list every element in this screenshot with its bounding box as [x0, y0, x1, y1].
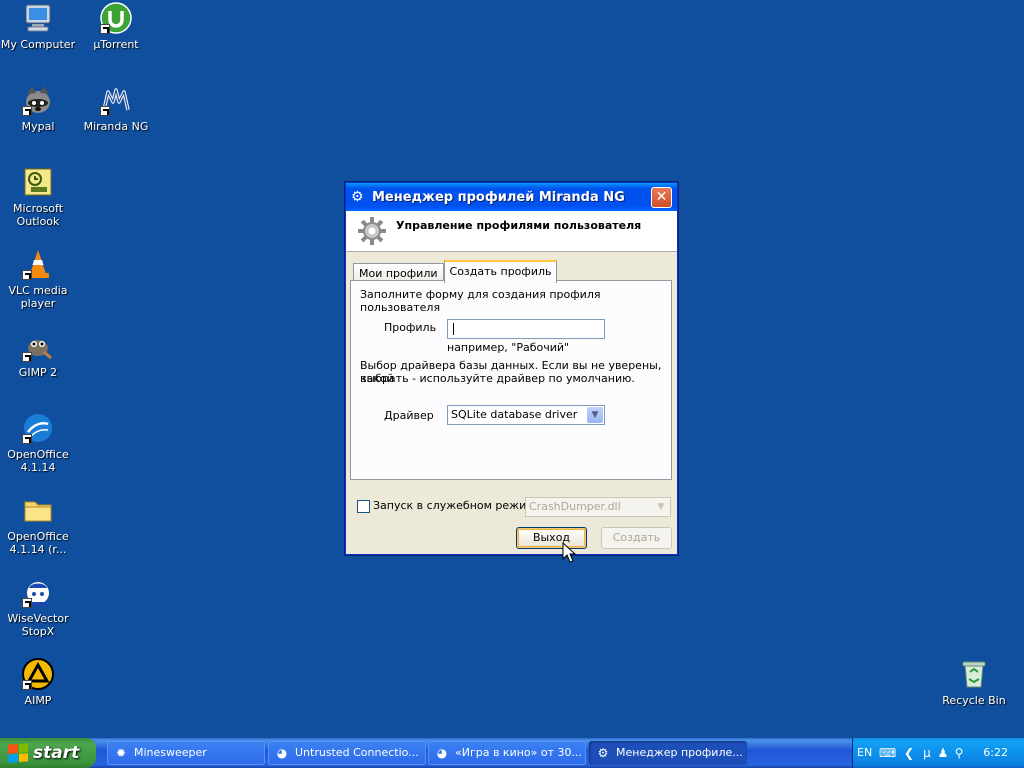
dialog-header-title: Управление профилями пользователя	[396, 218, 642, 232]
service-mode-label: Запуск в служебном режиме	[373, 499, 542, 512]
chevron-down-icon: ▼	[657, 502, 665, 512]
desktop-icon-label: Miranda NG	[83, 120, 149, 133]
desktop-icon-my-computer[interactable]: My Computer	[0, 2, 76, 51]
desktop-icon-label: GIMP 2	[18, 366, 58, 379]
desktop-icon-label: Microsoft Outlook	[12, 202, 64, 228]
shortcut-arrow-icon	[22, 106, 32, 116]
mypal-icon: ◕	[436, 746, 448, 760]
shortcut-arrow-icon	[100, 24, 110, 34]
desktop-icon-openoffice[interactable]: OpenOffice 4.1.14	[0, 412, 76, 474]
shortcut-arrow-icon	[100, 106, 110, 116]
search-icon[interactable]: ⚲	[951, 745, 967, 761]
taskbar-button-igra-v-kino[interactable]: ◕ «Игра в кино» от 30...	[428, 741, 586, 765]
windows-logo-icon	[8, 743, 28, 763]
desktop-icon-vlc[interactable]: VLC media player	[0, 248, 76, 310]
start-button[interactable]: start	[0, 738, 96, 768]
tab-create-profile[interactable]: Создать профиль	[443, 260, 558, 283]
miranda-icon	[100, 84, 132, 116]
wisevector-icon	[22, 576, 54, 608]
utorrent-icon	[100, 2, 132, 34]
exit-button[interactable]: Выход	[516, 527, 587, 549]
profile-label: Профиль	[384, 321, 437, 334]
gear-icon: ⚙	[597, 746, 609, 760]
mypal-icon: ◕	[276, 746, 288, 760]
gimp-icon	[22, 330, 54, 362]
service-dll-select: CrashDumper.dll ▼	[525, 497, 671, 517]
form-intro: Заполните форму для создания профиля пол…	[360, 288, 601, 314]
start-label: start	[33, 743, 80, 763]
desktop-icon-label: AIMP	[24, 694, 52, 707]
desktop-icon-mypal[interactable]: Mypal	[0, 84, 76, 133]
outlook-icon	[22, 166, 54, 198]
driver-label: Драйвер	[384, 409, 434, 422]
taskbar-button-minesweeper[interactable]: ✹ Minesweeper	[107, 741, 265, 765]
keyboard-icon[interactable]: ⌨	[879, 745, 896, 761]
vlc-cone-icon	[22, 248, 54, 280]
create-profile-panel: Заполните форму для создания профиля пол…	[350, 280, 672, 480]
desktop-icon-label: µTorrent	[93, 38, 139, 51]
profile-hint: например, "Рабочий"	[447, 341, 570, 354]
user-icon[interactable]: ♟	[935, 745, 951, 761]
minesweeper-icon: ✹	[115, 746, 127, 760]
shortcut-arrow-icon	[22, 352, 32, 362]
create-button: Создать	[601, 527, 672, 549]
clock[interactable]: 6:22	[983, 746, 1008, 759]
driver-select[interactable]: SQLite database driver ▼	[447, 405, 605, 425]
taskbar-button-label: Untrusted Connectio...	[295, 746, 419, 759]
my-computer-icon	[22, 2, 54, 34]
desktop-icon-label: WiseVector StopX	[7, 612, 69, 638]
taskbar-button-label: «Игра в кино» от 30...	[455, 746, 582, 759]
desktop-icon-label: Mypal	[21, 120, 55, 133]
gear-icon: ⚙	[351, 189, 364, 205]
close-button[interactable]: ✕	[651, 186, 672, 208]
desktop-icon-miranda[interactable]: Miranda NG	[78, 84, 154, 133]
shortcut-arrow-icon	[22, 598, 32, 608]
desktop-icon-gimp[interactable]: GIMP 2	[0, 330, 76, 379]
service-mode-checkbox[interactable]	[357, 500, 370, 513]
desktop-icon-wisevector[interactable]: WiseVector StopX	[0, 576, 76, 638]
profile-name-input[interactable]	[447, 319, 605, 339]
dialog-header: Управление профилями пользователя	[346, 211, 677, 252]
taskbar-button-label: Менеджер профиле...	[616, 746, 743, 759]
desktop-icon-label: OpenOffice 4.1.14	[7, 448, 69, 474]
desktop-icon-aimp[interactable]: AIMP	[0, 658, 76, 707]
system-tray: EN ⌨ ❮ µ ♟ ⚲ 6:22	[852, 738, 1024, 768]
dialog-title: Менеджер профилей Miranda NG	[372, 189, 625, 205]
taskbar-button-profile-manager[interactable]: ⚙ Менеджер профиле...	[589, 741, 747, 765]
desktop-icon-recycle-bin[interactable]: Recycle Bin	[936, 658, 1012, 707]
mypal-icon	[22, 84, 54, 116]
shortcut-arrow-icon	[22, 270, 32, 280]
aimp-icon	[22, 658, 54, 690]
driver-select-value: SQLite database driver	[451, 408, 578, 421]
shortcut-arrow-icon	[22, 434, 32, 444]
desktop-icon-label: VLC media player	[8, 284, 68, 310]
desktop-icon-openoffice-folder[interactable]: OpenOffice 4.1.14 (r...	[0, 494, 76, 556]
shortcut-arrow-icon	[22, 680, 32, 690]
utorrent-icon[interactable]: µ	[919, 745, 935, 761]
recycle-bin-icon	[958, 658, 990, 690]
language-indicator[interactable]: EN	[857, 746, 872, 759]
gear-icon	[356, 215, 388, 247]
taskbar: start ✹ Minesweeper ◕ Untrusted Connecti…	[0, 738, 1024, 768]
taskbar-button-untrusted-connection[interactable]: ◕ Untrusted Connectio...	[268, 741, 426, 765]
desktop-icon-utorrent[interactable]: µTorrent	[78, 2, 154, 51]
chevron-down-icon[interactable]: ▼	[587, 407, 603, 423]
driver-note-line-2: выбрать - используйте драйвер по умолчан…	[360, 372, 635, 385]
mouse-cursor-icon	[562, 542, 576, 563]
desktop-icon-label: OpenOffice 4.1.14 (r...	[7, 530, 69, 556]
folder-icon	[22, 494, 54, 526]
taskbar-button-label: Minesweeper	[134, 746, 207, 759]
desktop-icon-outlook[interactable]: Microsoft Outlook	[0, 166, 76, 228]
desktop-icon-label: Recycle Bin	[942, 694, 1006, 707]
service-dll-value: CrashDumper.dll	[529, 500, 621, 513]
chevron-left-icon[interactable]: ❮	[901, 745, 917, 761]
openoffice-icon	[22, 412, 54, 444]
profile-manager-dialog: ⚙ Менеджер профилей Miranda NG ✕ Управле…	[345, 182, 678, 555]
desktop-icon-label: My Computer	[0, 38, 76, 51]
dialog-titlebar[interactable]: ⚙ Менеджер профилей Miranda NG ✕	[346, 183, 677, 211]
text-caret	[453, 323, 454, 335]
